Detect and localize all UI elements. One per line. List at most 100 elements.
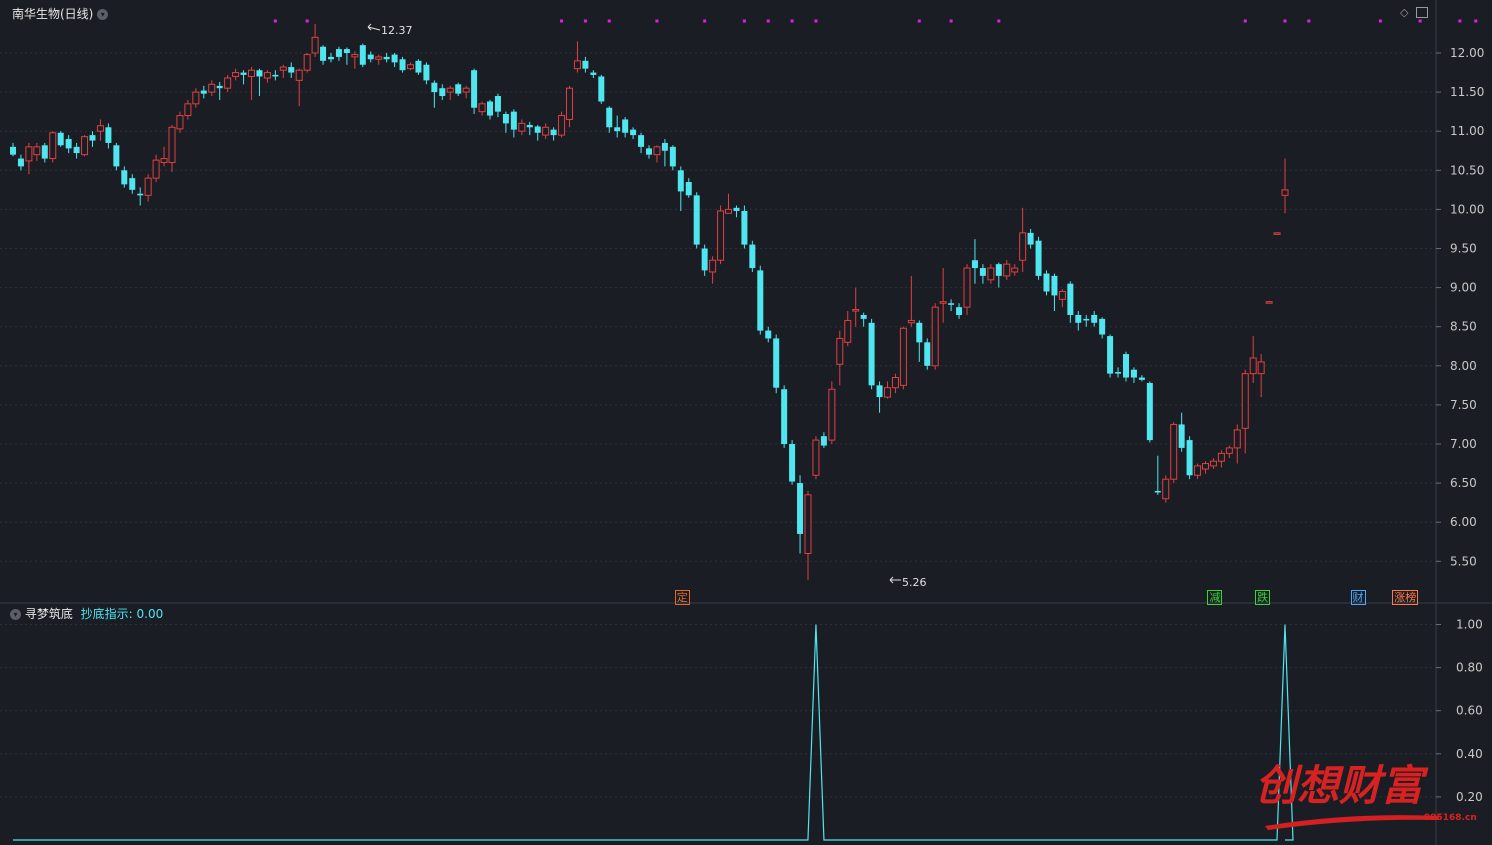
candle-body-down bbox=[510, 111, 517, 130]
top-signal-marker bbox=[1418, 19, 1422, 23]
watermark-sub: 995168.cn bbox=[1424, 813, 1477, 823]
candle-body-down bbox=[876, 385, 883, 398]
candle-body-down bbox=[1091, 314, 1098, 323]
candle-body-up bbox=[566, 87, 573, 120]
price-tick-label: 10.00 bbox=[1450, 202, 1484, 216]
candle-body-up bbox=[852, 308, 860, 312]
candle-body-down bbox=[693, 195, 700, 245]
price-tick-label: 9.50 bbox=[1450, 242, 1477, 256]
candle-body-up bbox=[407, 64, 414, 70]
candle-body-down bbox=[57, 132, 64, 146]
candle-body-down bbox=[1130, 369, 1137, 378]
candle-body-down bbox=[646, 148, 652, 155]
candle-body-down bbox=[956, 307, 963, 315]
signal-tag: 财 bbox=[1350, 590, 1366, 605]
indicator-tick-label: 0.40 bbox=[1456, 747, 1483, 761]
candle-body-up bbox=[1162, 478, 1170, 500]
candle-body-up bbox=[375, 56, 383, 60]
candle-body-up bbox=[311, 36, 319, 54]
candle-body-up bbox=[192, 91, 200, 105]
candle-body-down bbox=[423, 64, 430, 81]
candle-body-down bbox=[820, 436, 827, 446]
candle-body-down bbox=[590, 72, 597, 75]
candle-body-down bbox=[10, 146, 16, 155]
candle-body-up bbox=[176, 115, 184, 130]
candle-body-up bbox=[478, 103, 486, 113]
candle-body-up bbox=[1209, 460, 1217, 467]
candle-body-up bbox=[33, 146, 41, 156]
candle-body-down bbox=[41, 145, 48, 159]
watermark-main: 创想财富 bbox=[1255, 761, 1429, 810]
indicator-tick-label: 0.60 bbox=[1456, 704, 1483, 718]
candle-body-up bbox=[542, 126, 550, 136]
indicator-title-bar: ▾ 寻梦筑底 抄底指示: 0.00 bbox=[10, 605, 163, 622]
candle-body-up bbox=[987, 267, 995, 281]
top-signal-marker bbox=[997, 19, 1001, 23]
panel-toggle-icon[interactable] bbox=[1416, 7, 1429, 18]
candle-body-down bbox=[661, 142, 668, 151]
candle-body-up bbox=[1217, 452, 1225, 462]
candle-body-up bbox=[518, 122, 526, 132]
chevron-down-icon[interactable]: ▾ bbox=[97, 9, 109, 20]
candle-body-down bbox=[1115, 372, 1122, 374]
high-price-label: 12.37 bbox=[381, 24, 413, 37]
candle-body-down bbox=[773, 338, 780, 388]
price-tick-label: 11.50 bbox=[1450, 85, 1484, 99]
candle-body-up bbox=[725, 208, 732, 214]
candle-body-up bbox=[279, 66, 287, 71]
candle-body-down bbox=[1027, 232, 1034, 245]
diamond-icon[interactable]: ◇ bbox=[1400, 6, 1408, 19]
candle-body-up bbox=[462, 87, 470, 93]
candle-body-up bbox=[160, 158, 168, 163]
candle-body-down bbox=[1186, 440, 1193, 476]
top-signal-marker bbox=[1243, 19, 1247, 23]
candle-body-down bbox=[216, 85, 223, 89]
candle-body-down bbox=[677, 170, 684, 192]
candle-body-down bbox=[1099, 318, 1106, 335]
top-signal-marker bbox=[1474, 19, 1478, 23]
candle-body-up bbox=[152, 159, 160, 179]
candle-body-up bbox=[49, 132, 57, 160]
main-chart-gridlines bbox=[0, 52, 1436, 562]
top-signal-marker bbox=[1378, 19, 1382, 23]
candle-body-up bbox=[1257, 361, 1265, 375]
candle-body-up bbox=[144, 177, 152, 196]
watermark: 创想财富 995168.cn bbox=[1255, 761, 1477, 830]
candle-body-up bbox=[1003, 263, 1011, 277]
candle-body-down bbox=[622, 119, 629, 133]
candle-body-down bbox=[471, 70, 478, 108]
candle-body-up bbox=[1058, 291, 1066, 300]
candle-body-down bbox=[383, 56, 390, 60]
candle-body-up bbox=[25, 146, 33, 162]
candle-body-down bbox=[320, 46, 327, 61]
candle-body-down bbox=[391, 54, 398, 63]
top-signal-marker bbox=[305, 19, 309, 23]
candle-body-up bbox=[1249, 357, 1257, 375]
candle-body-down bbox=[1178, 424, 1185, 448]
candle-body-down bbox=[757, 270, 764, 331]
top-signal-marker bbox=[949, 19, 953, 23]
candle-body-down bbox=[240, 72, 247, 75]
candle-body-up bbox=[351, 54, 359, 58]
candle-body-down bbox=[65, 139, 72, 149]
price-tick-label: 10.50 bbox=[1450, 163, 1484, 177]
indicator-axis-labels: 1.00 0.80 0.60 0.40 0.20 bbox=[1436, 618, 1483, 804]
candle-body-down bbox=[256, 70, 263, 77]
candle-body-down bbox=[797, 483, 804, 534]
low-price-label: 5.26 bbox=[902, 576, 927, 589]
candle-body-down bbox=[638, 135, 645, 147]
candle-body-down bbox=[455, 84, 462, 94]
candle-body-down bbox=[598, 76, 605, 102]
candle-body-down bbox=[113, 145, 120, 167]
top-signal-marker bbox=[814, 19, 818, 23]
candle-body-up bbox=[168, 126, 176, 163]
top-signal-marker bbox=[273, 19, 277, 23]
candle-body-up bbox=[303, 54, 311, 71]
candle-body-down bbox=[272, 74, 279, 77]
collapse-icon[interactable]: ▾ bbox=[10, 609, 21, 620]
price-axis-labels: 12.00 11.50 11.00 10.50 10.00 9.50 9.00 8.50 8.0… bbox=[1436, 46, 1484, 568]
candle-body-down bbox=[685, 182, 692, 196]
candle-body-down bbox=[367, 54, 374, 60]
price-tick-label: 7.50 bbox=[1450, 398, 1477, 412]
candle-body-down bbox=[288, 67, 295, 73]
